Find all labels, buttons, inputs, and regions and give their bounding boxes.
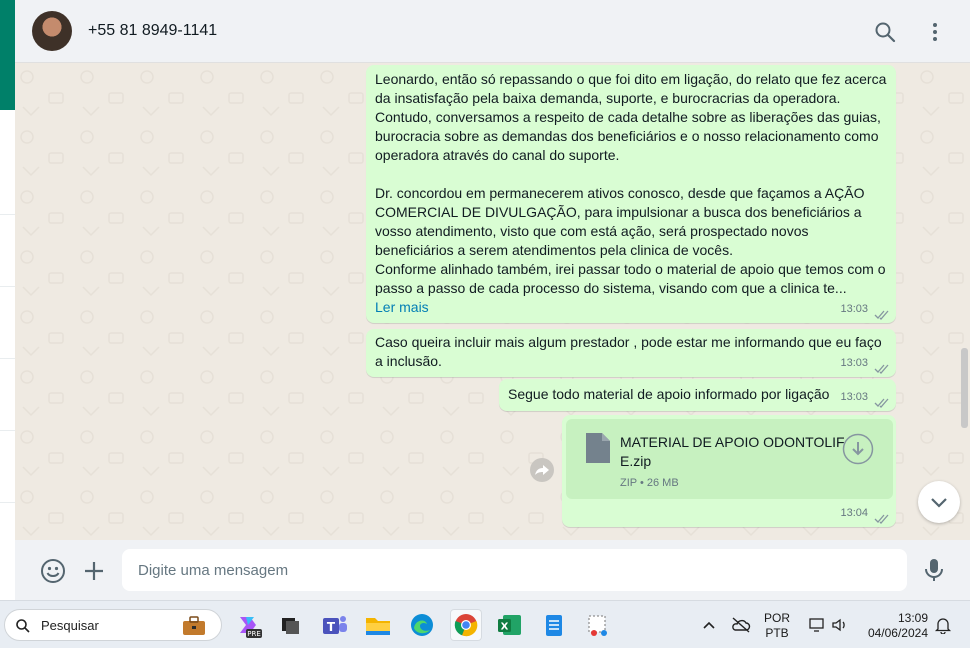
notepad-app[interactable] xyxy=(538,609,570,641)
teams-app[interactable]: T xyxy=(318,609,350,641)
message-text: Leonardo, então só repassando o que foi … xyxy=(375,71,887,296)
briefcase-icon[interactable] xyxy=(181,615,207,637)
teams-icon: T xyxy=(323,616,347,634)
scroll-to-bottom-button[interactable] xyxy=(918,481,960,523)
edge-icon xyxy=(411,614,433,636)
network-icon[interactable] xyxy=(808,616,826,634)
message-time: 13:03 xyxy=(840,303,868,315)
task-view-icon xyxy=(282,618,299,634)
excel-icon: X xyxy=(498,615,521,635)
contact-name[interactable]: +55 81 8949-1141 xyxy=(88,22,217,40)
divider xyxy=(0,358,15,359)
microphone-icon[interactable] xyxy=(922,557,946,583)
message-text: Segue todo material de apoio informado p… xyxy=(508,386,830,402)
language-indicator[interactable]: POR PTB xyxy=(764,611,790,641)
chrome-app[interactable] xyxy=(450,609,482,641)
kebab-menu-icon[interactable] xyxy=(923,20,947,44)
forward-button[interactable] xyxy=(530,458,554,482)
file-attachment-card[interactable]: MATERIAL DE APOIO ODONTOLIF E.zip ZIP • … xyxy=(566,419,893,499)
chevron-down-icon xyxy=(931,498,947,508)
search-icon[interactable] xyxy=(873,20,897,44)
avatar[interactable] xyxy=(32,11,72,51)
read-more-link[interactable]: Ler mais xyxy=(375,298,887,317)
message-input[interactable] xyxy=(122,549,894,591)
delivered-check-icon xyxy=(874,310,889,320)
file-meta: ZIP • 26 MB xyxy=(620,477,679,489)
conversation-header: +55 81 8949-1141 xyxy=(15,0,970,63)
download-icon[interactable] xyxy=(842,433,874,465)
file-message-bubble[interactable]: MATERIAL DE APOIO ODONTOLIF E.zip ZIP • … xyxy=(562,415,896,527)
folder-icon xyxy=(366,618,390,635)
message-bubble[interactable]: Segue todo material de apoio informado p… xyxy=(499,379,896,411)
excel-app[interactable]: X xyxy=(494,609,526,641)
message-bubble[interactable]: Leonardo, então só repassando o que foi … xyxy=(366,65,896,323)
notepad-icon xyxy=(546,615,562,636)
forward-icon xyxy=(535,465,549,475)
delivered-check-icon xyxy=(874,514,889,524)
message-time: 13:03 xyxy=(840,357,868,369)
copilot-app[interactable]: PRE xyxy=(232,609,264,641)
message-time: 13:04 xyxy=(840,507,868,519)
snipping-icon xyxy=(588,615,607,636)
svg-text:PRE: PRE xyxy=(247,630,261,638)
taskbar-search[interactable]: Pesquisar xyxy=(4,609,222,641)
notification-bell-icon[interactable] xyxy=(934,616,952,634)
windows-taskbar: Pesquisar PRE T X POR PTB 13:09 04/06/20… xyxy=(0,600,970,648)
plus-icon[interactable] xyxy=(82,559,106,583)
taskbar-search-label: Pesquisar xyxy=(41,618,99,633)
cloud-offline-icon[interactable] xyxy=(731,616,751,634)
keyboard-layout: PTB xyxy=(765,626,789,640)
snipping-tool-app[interactable] xyxy=(582,609,614,641)
message-area[interactable]: Leonardo, então só repassando o que foi … xyxy=(15,63,970,540)
clock-time: 13:09 xyxy=(897,611,928,625)
edge-app[interactable] xyxy=(406,609,438,641)
delivered-check-icon xyxy=(874,398,889,408)
search-icon xyxy=(16,619,30,633)
file-name: MATERIAL DE APOIO ODONTOLIF xyxy=(620,434,845,450)
message-text: Caso queira incluir mais algum prestador… xyxy=(375,334,886,369)
file-icon xyxy=(586,433,610,463)
message-composer xyxy=(15,540,970,600)
svg-text:X: X xyxy=(501,622,509,633)
chevron-up-icon[interactable] xyxy=(702,619,716,631)
task-view-app[interactable] xyxy=(274,609,306,641)
divider xyxy=(0,214,15,215)
active-chat-indicator xyxy=(0,0,15,110)
message-time: 13:03 xyxy=(840,391,868,403)
message-bubble[interactable]: Caso queira incluir mais algum prestador… xyxy=(366,329,896,377)
file-explorer-app[interactable] xyxy=(362,609,394,641)
chrome-icon xyxy=(454,614,478,637)
message-input-box[interactable] xyxy=(122,549,907,591)
file-name-continued: E.zip xyxy=(620,453,652,469)
divider xyxy=(0,502,15,503)
scrollbar-thumb[interactable] xyxy=(961,348,968,428)
divider xyxy=(0,286,15,287)
emoji-icon[interactable] xyxy=(40,558,66,584)
clock-date: 04/06/2024 xyxy=(867,626,928,640)
divider xyxy=(0,430,15,431)
volume-icon[interactable] xyxy=(831,616,849,634)
copilot-icon: PRE xyxy=(240,617,262,638)
svg-text:T: T xyxy=(327,620,336,634)
delivered-check-icon xyxy=(874,364,889,374)
language-code: POR xyxy=(764,611,791,625)
chat-list-edge xyxy=(0,0,15,600)
clock[interactable]: 13:09 04/06/2024 xyxy=(862,611,928,641)
